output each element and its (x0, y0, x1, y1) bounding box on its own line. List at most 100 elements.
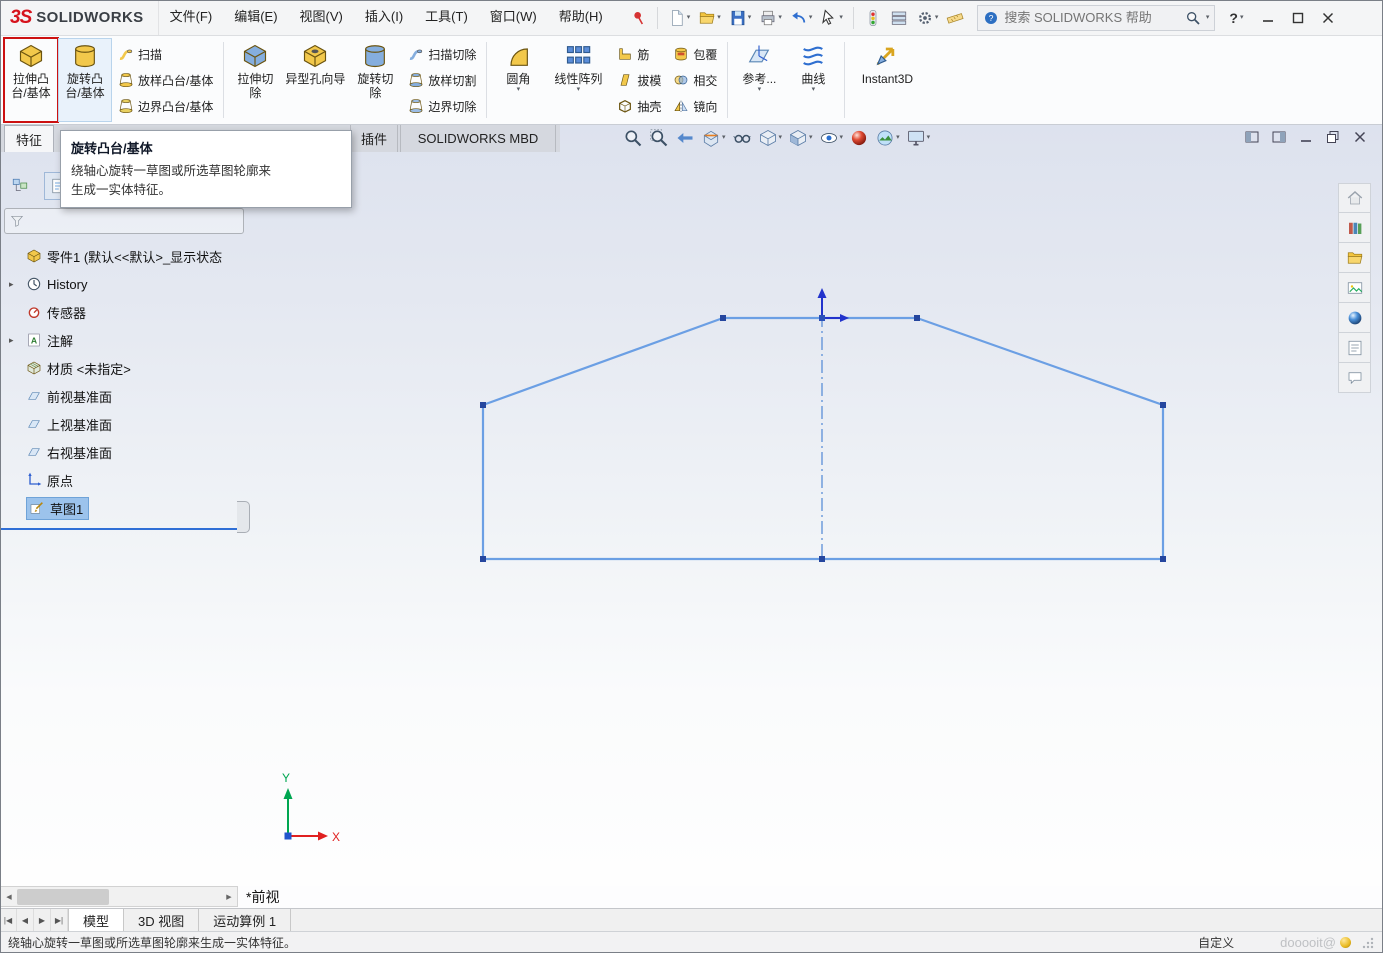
tree-item-front-plane[interactable]: 前视基准面 (0, 382, 250, 410)
scroll-left-icon[interactable]: ◀ (1, 887, 17, 906)
tree-item-top-plane[interactable]: 上视基准面 (0, 410, 250, 438)
search-input[interactable] (1004, 10, 1180, 25)
shell-button[interactable]: 抽壳 (613, 94, 665, 118)
fillet-button[interactable]: 圆角 ▾ (491, 38, 545, 122)
previous-tab-icon[interactable]: ◀ (17, 909, 34, 931)
tree-item-history[interactable]: ▸ History (0, 270, 250, 298)
instant3d-button[interactable]: Instant3D (849, 38, 925, 122)
doc-close-icon[interactable] (1353, 130, 1367, 144)
lofted-boss-base-button[interactable]: 放样凸台/基体 (114, 68, 217, 92)
reference-geometry-button[interactable]: 参考... ▾ (732, 38, 786, 122)
pane-left-icon[interactable] (1245, 130, 1259, 144)
tree-root-part[interactable]: 零件1 (默认<<默认>_显示状态 (0, 242, 250, 270)
boundary-cut-button[interactable]: 边界切除 (404, 94, 480, 118)
tab-model[interactable]: 模型 (68, 909, 125, 931)
boundary-boss-base-button[interactable]: 边界凸台/基体 (114, 94, 217, 118)
menu-help[interactable]: 帮助(H) (548, 0, 614, 35)
extruded-boss-base-button[interactable]: 拉伸凸 台/基体 (3, 37, 59, 123)
appearances-button[interactable] (1338, 303, 1371, 333)
dropdown-icon[interactable]: ▾ (577, 86, 581, 94)
sketch-profile[interactable] (481, 316, 1165, 561)
display-style-button[interactable]: ▾ (787, 127, 814, 149)
hole-wizard-button[interactable]: 异型孔向导 (282, 38, 348, 122)
intersect-button[interactable]: 相交 (669, 68, 721, 92)
view-orientation-button[interactable]: ▾ (757, 127, 784, 149)
menu-window[interactable]: 窗口(W) (479, 0, 548, 35)
lofted-cut-button[interactable]: 放样切割 (404, 68, 480, 92)
dropdown-icon[interactable]: ▾ (517, 86, 521, 94)
tree-item-sketch1[interactable]: 草图1 (0, 494, 250, 522)
section-view-button[interactable]: ▾ (700, 127, 727, 149)
linear-pattern-button[interactable]: 线性阵列 ▾ (545, 38, 611, 122)
tab-features[interactable]: 特征 (4, 125, 54, 152)
tab-3d-views[interactable]: 3D 视图 (124, 909, 200, 931)
apply-scene-button[interactable]: ▾ (874, 127, 901, 149)
first-tab-icon[interactable]: |◀ (0, 909, 17, 931)
previous-view-button[interactable] (674, 127, 696, 149)
tree-item-material[interactable]: 材质 <未指定> (0, 354, 250, 382)
menu-insert[interactable]: 插入(I) (354, 0, 414, 35)
zoom-fit-button[interactable] (622, 127, 644, 149)
sweep-button[interactable]: 扫描 (114, 42, 217, 66)
last-tab-icon[interactable]: ▶| (51, 909, 68, 931)
tree-horizontal-scrollbar[interactable]: ◀ ▶ (0, 886, 238, 907)
doc-minimize-icon[interactable] (1299, 130, 1313, 144)
file-explorer-button[interactable] (1338, 243, 1371, 273)
settings-button[interactable]: ▾ (913, 7, 942, 29)
open-button[interactable]: ▾ (695, 7, 724, 29)
mirror-button[interactable]: 镜向 (669, 94, 721, 118)
customize-link[interactable]: 自定义 (1198, 934, 1234, 951)
revolved-cut-button[interactable]: 旋转切 除 (348, 38, 402, 122)
design-library-button[interactable] (1338, 213, 1371, 243)
forum-button[interactable] (1338, 363, 1371, 393)
options-traffic-button[interactable] (861, 7, 885, 29)
extruded-cut-button[interactable]: 拉伸切 除 (228, 38, 282, 122)
revolved-boss-base-button[interactable]: 旋转凸 台/基体 (58, 38, 112, 122)
tree-filter-box[interactable] (4, 208, 244, 234)
maximize-button[interactable] (1283, 3, 1313, 33)
expander-icon[interactable]: ▸ (9, 279, 14, 290)
selected-tree-item[interactable]: 草图1 (26, 496, 90, 520)
expander-icon[interactable]: ▸ (9, 335, 14, 346)
undo-button[interactable]: ▾ (787, 7, 816, 29)
search-dropdown-icon[interactable]: ▾ (1206, 14, 1210, 22)
print-button[interactable]: ▾ (756, 7, 785, 29)
search-icon[interactable] (1185, 10, 1201, 26)
tree-item-right-plane[interactable]: 右视基准面 (0, 438, 250, 466)
pane-right-icon[interactable] (1272, 130, 1286, 144)
new-document-button[interactable]: ▾ (665, 7, 694, 29)
rollback-bar[interactable] (0, 528, 237, 530)
tree-item-annotations[interactable]: ▸ A 注解 (0, 326, 250, 354)
menu-file[interactable]: 文件(F) (159, 0, 224, 35)
scroll-right-icon[interactable]: ▶ (221, 887, 237, 906)
swept-cut-button[interactable]: 扫描切除 (404, 42, 480, 66)
menu-edit[interactable]: 编辑(E) (223, 0, 288, 35)
dropdown-icon[interactable]: ▾ (812, 86, 816, 94)
wrap-button[interactable]: 包覆 (669, 42, 721, 66)
search-box[interactable]: ? ▾ (977, 4, 1216, 31)
view-settings-button[interactable]: ▾ (905, 127, 932, 149)
resources-button[interactable] (1338, 183, 1371, 213)
custom-properties-button[interactable] (1338, 333, 1371, 363)
vertex-handles[interactable] (480, 315, 1166, 562)
draft-button[interactable]: 拔模 (613, 68, 665, 92)
next-tab-icon[interactable]: ▶ (34, 909, 51, 931)
dropdown-icon[interactable]: ▾ (758, 86, 762, 94)
edit-appearance-button[interactable] (848, 127, 870, 149)
tree-item-sensors[interactable]: 传感器 (0, 298, 250, 326)
tab-solidworks-addins[interactable]: 插件 (350, 125, 398, 152)
view-palette-button[interactable] (1338, 273, 1371, 303)
menu-view[interactable]: 视图(V) (289, 0, 354, 35)
scrollbar-thumb[interactable] (17, 889, 109, 905)
tab-motion-study[interactable]: 运动算例 1 (199, 909, 292, 931)
help-button[interactable]: ? ▾ (1229, 10, 1243, 26)
tab-solidworks-mbd[interactable]: SOLIDWORKS MBD (400, 125, 556, 152)
doc-restore-icon[interactable] (1326, 130, 1340, 144)
hide-show-items-button[interactable]: ▾ (818, 127, 845, 149)
tree-item-origin[interactable]: 原点 (0, 466, 250, 494)
feature-manager-tab[interactable] (6, 172, 34, 200)
menu-tools[interactable]: 工具(T) (414, 0, 479, 35)
close-button[interactable] (1313, 3, 1343, 33)
panel-splitter-handle[interactable] (237, 501, 250, 533)
minimize-button[interactable] (1253, 3, 1283, 33)
